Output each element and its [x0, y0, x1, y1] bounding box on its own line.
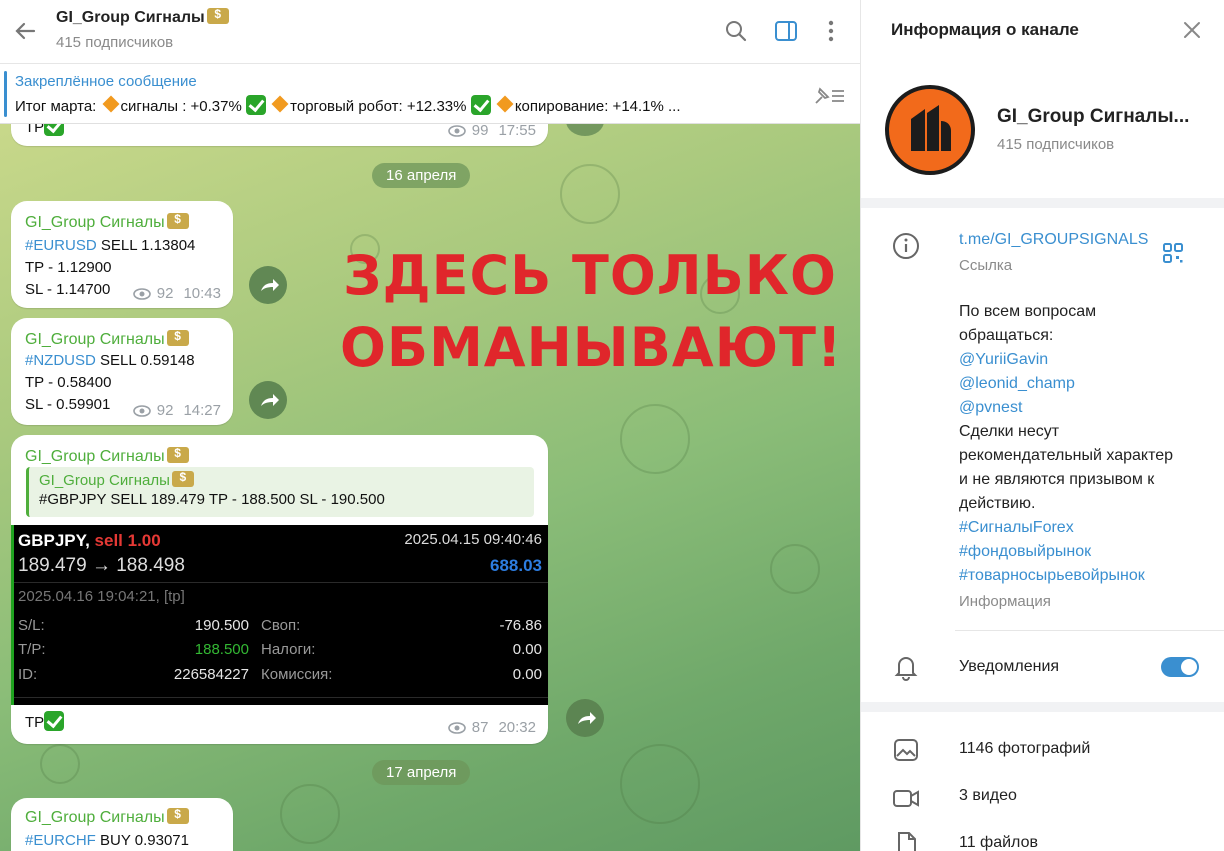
video-icon [893, 790, 919, 807]
chat-header: GI_Group Сигналы 415 подписчиков [0, 0, 860, 64]
videos-count[interactable]: 3 видео [959, 787, 1017, 805]
channel-avatar[interactable] [885, 85, 975, 175]
trade-screenshot[interactable]: GBPJPY, sell 1.00 2025.04.15 09:40:46 18… [11, 525, 548, 705]
channel-description: По всем вопросам обращаться: @YuriiGavin… [959, 300, 1209, 614]
pinned-text: Итог марта: сигналы : +0.37% торговый ро… [15, 95, 681, 115]
views-eye-icon [447, 721, 466, 734]
message-meta: 87 20:32 [447, 719, 536, 736]
mention-link[interactable]: @pvnest [959, 396, 1209, 420]
hashtag-link[interactable]: #СигналыForex [959, 516, 1209, 540]
info-icon [893, 233, 919, 259]
back-arrow-icon[interactable] [10, 16, 40, 46]
views-eye-icon [447, 124, 466, 137]
channel-name: GI_Group Сигналы... [997, 106, 1190, 127]
money-emoji-icon [166, 807, 189, 824]
quote-sender: GI_Group Сигналы [39, 470, 524, 489]
pinned-list-icon[interactable] [812, 83, 846, 107]
channel-subscribers: 415 подписчиков [997, 136, 1115, 153]
orange-diamond-icon [102, 95, 120, 113]
message-bubble[interactable]: GI_Group Сигналы #EURCHF BUY 0.93071 [11, 798, 233, 851]
photo-icon [894, 739, 918, 761]
hashtag-link[interactable]: #EURUSD [25, 237, 97, 254]
check-mark-icon [470, 95, 491, 115]
orange-diamond-icon [496, 95, 514, 113]
message-meta: 92 10:43 [132, 285, 221, 302]
message-bubble[interactable]: GI_Group Сигналы #NZDUSD SELL 0.59148 TP… [11, 318, 233, 425]
hashtag-link[interactable]: #фондовыйрынок [959, 540, 1209, 564]
check-mark-icon [44, 711, 65, 731]
message-sender[interactable]: GI_Group Сигналы [25, 329, 189, 349]
message-meta: 99 17:55 [447, 122, 536, 139]
hashtag-link[interactable]: #NZDUSD [25, 352, 96, 369]
channel-link[interactable]: t.me/GI_GROUPSIGNALS [959, 231, 1148, 249]
notifications-toggle[interactable] [1161, 657, 1199, 677]
message-meta: 92 14:27 [132, 402, 221, 419]
money-emoji-icon [206, 7, 229, 24]
chat-area: GI_Group Сигналы 415 подписчиков Закрепл… [0, 0, 860, 851]
check-mark-icon [246, 95, 266, 115]
qr-code-icon[interactable] [1161, 241, 1185, 265]
channel-info-panel: Информация о канале GI_Group Сигналы... … [860, 0, 1224, 851]
pinned-bar [4, 71, 7, 117]
views-eye-icon [132, 404, 151, 417]
orange-diamond-icon [271, 95, 289, 113]
date-separator: 17 апреля [372, 760, 471, 785]
channel-logo-icon [911, 105, 951, 151]
hashtag-link[interactable]: #EURCHF [25, 832, 96, 849]
money-emoji-icon [166, 329, 189, 346]
more-options-icon[interactable] [818, 18, 844, 44]
message-sender[interactable]: GI_Group Сигналы [25, 807, 189, 827]
mention-link[interactable]: @leonid_champ [959, 372, 1209, 396]
info-label: Информация [959, 593, 1051, 610]
bell-icon [894, 657, 918, 681]
pinned-message[interactable]: Закреплённое сообщение Итог марта: сигна… [0, 65, 860, 124]
share-button[interactable] [249, 381, 287, 419]
money-emoji-icon [171, 470, 194, 487]
pinned-title: Закреплённое сообщение [15, 73, 197, 90]
message-sender[interactable]: GI_Group Сигналы [25, 212, 189, 232]
message-bubble[interactable]: GI_Group Сигналы #EURUSD SELL 1.13804 TP… [11, 201, 233, 308]
warning-overlay-text: ЗДЕСЬ ТОЛЬКО ОБМАНЫВАЮТ! [340, 244, 843, 379]
views-eye-icon [132, 287, 151, 300]
photos-count[interactable]: 1146 фотографий [959, 740, 1090, 758]
channel-title[interactable]: GI_Group Сигналы [56, 7, 229, 27]
money-emoji-icon [166, 212, 189, 229]
close-icon[interactable] [1182, 20, 1202, 40]
file-icon [898, 832, 916, 851]
link-label: Ссылка [959, 257, 1013, 274]
message-sender[interactable]: GI_Group Сигналы [25, 446, 189, 466]
files-count[interactable]: 11 файлов [959, 834, 1038, 851]
share-button[interactable] [249, 266, 287, 304]
money-emoji-icon [166, 446, 189, 463]
date-separator: 16 апреля [372, 163, 471, 188]
subscriber-count: 415 подписчиков [56, 34, 174, 51]
sidebar-toggle-icon[interactable] [773, 18, 799, 44]
notifications-label: Уведомления [959, 658, 1060, 675]
search-icon[interactable] [723, 18, 749, 44]
hashtag-link[interactable]: #товарносырьевойрынок [959, 564, 1209, 588]
panel-title: Информация о канале [891, 20, 1079, 39]
reply-quote[interactable]: GI_Group Сигналы #GBPJPY SELL 189.479 TP… [26, 467, 534, 517]
share-button[interactable] [566, 699, 604, 737]
mention-link[interactable]: @YuriiGavin [959, 348, 1209, 372]
